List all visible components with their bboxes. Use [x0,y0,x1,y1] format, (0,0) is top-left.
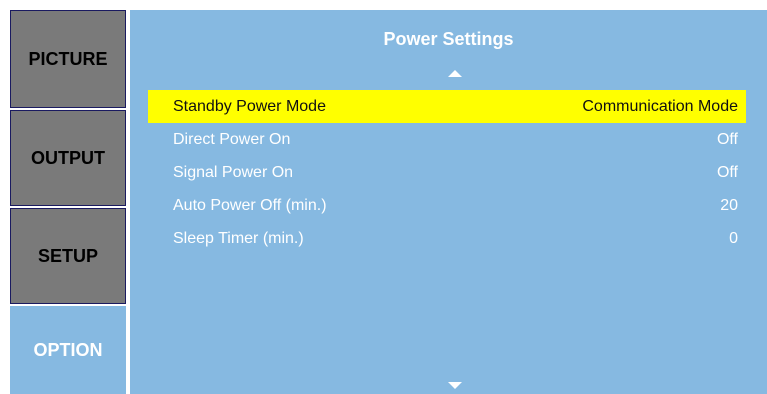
setting-label: Auto Power Off (min.) [173,197,327,214]
setting-label: Signal Power On [173,164,294,181]
settings-list: Standby Power Mode Communication Mode Di… [148,90,746,255]
setting-value: Off [716,131,738,148]
setting-value: Communication Mode [582,98,738,115]
setting-row-signal-power-on[interactable]: Signal Power On Off [148,156,746,189]
setting-value: Off [716,164,738,181]
tab-option-label: OPTION [33,339,103,360]
setting-label: Sleep Timer (min.) [173,230,304,247]
sidebar: PICTURE OUTPUT SETUP OPTION [10,10,128,394]
setting-row-direct-power-on[interactable]: Direct Power On Off [148,123,746,156]
setting-label: Direct Power On [173,131,291,148]
settings-panel: Power Settings Standby Power Mode Commun… [130,10,767,394]
panel-title: Power Settings [383,29,514,49]
setting-value: 0 [729,230,738,247]
setting-value: 20 [720,197,738,214]
tab-picture-label: PICTURE [28,48,108,69]
scroll-up-icon[interactable] [448,70,462,77]
tab-setup-label: SETUP [37,245,98,266]
setting-row-standby-power-mode[interactable]: Standby Power Mode Communication Mode [148,90,746,123]
setting-row-auto-power-off[interactable]: Auto Power Off (min.) 20 [148,189,746,222]
tab-output[interactable]: OUTPUT [10,110,126,206]
tab-option[interactable]: OPTION [10,306,126,394]
scroll-down-icon[interactable] [448,382,462,389]
tab-setup[interactable]: SETUP [10,208,126,304]
setting-label: Standby Power Mode [173,98,326,115]
tab-output-label: OUTPUT [31,147,105,168]
tab-picture[interactable]: PICTURE [10,10,126,108]
setting-row-sleep-timer[interactable]: Sleep Timer (min.) 0 [148,222,746,255]
